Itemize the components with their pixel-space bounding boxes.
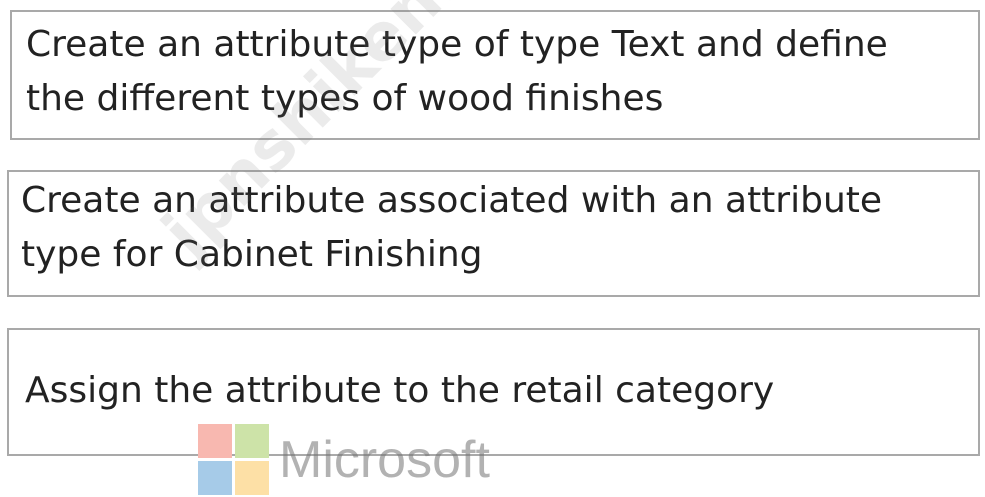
- step-text-3: Assign the attribute to the retail categ…: [25, 370, 775, 411]
- step-text-1: Create an attribute type of type Text an…: [26, 24, 888, 119]
- logo-square-yellow: [235, 461, 269, 495]
- step-box-2[interactable]: Create an attribute associated with an a…: [7, 170, 980, 297]
- step-box-1[interactable]: Create an attribute type of type Text an…: [10, 10, 980, 140]
- logo-square-blue: [198, 461, 232, 495]
- step-box-3[interactable]: Assign the attribute to the retail categ…: [7, 328, 980, 456]
- step-text-2: Create an attribute associated with an a…: [21, 180, 883, 275]
